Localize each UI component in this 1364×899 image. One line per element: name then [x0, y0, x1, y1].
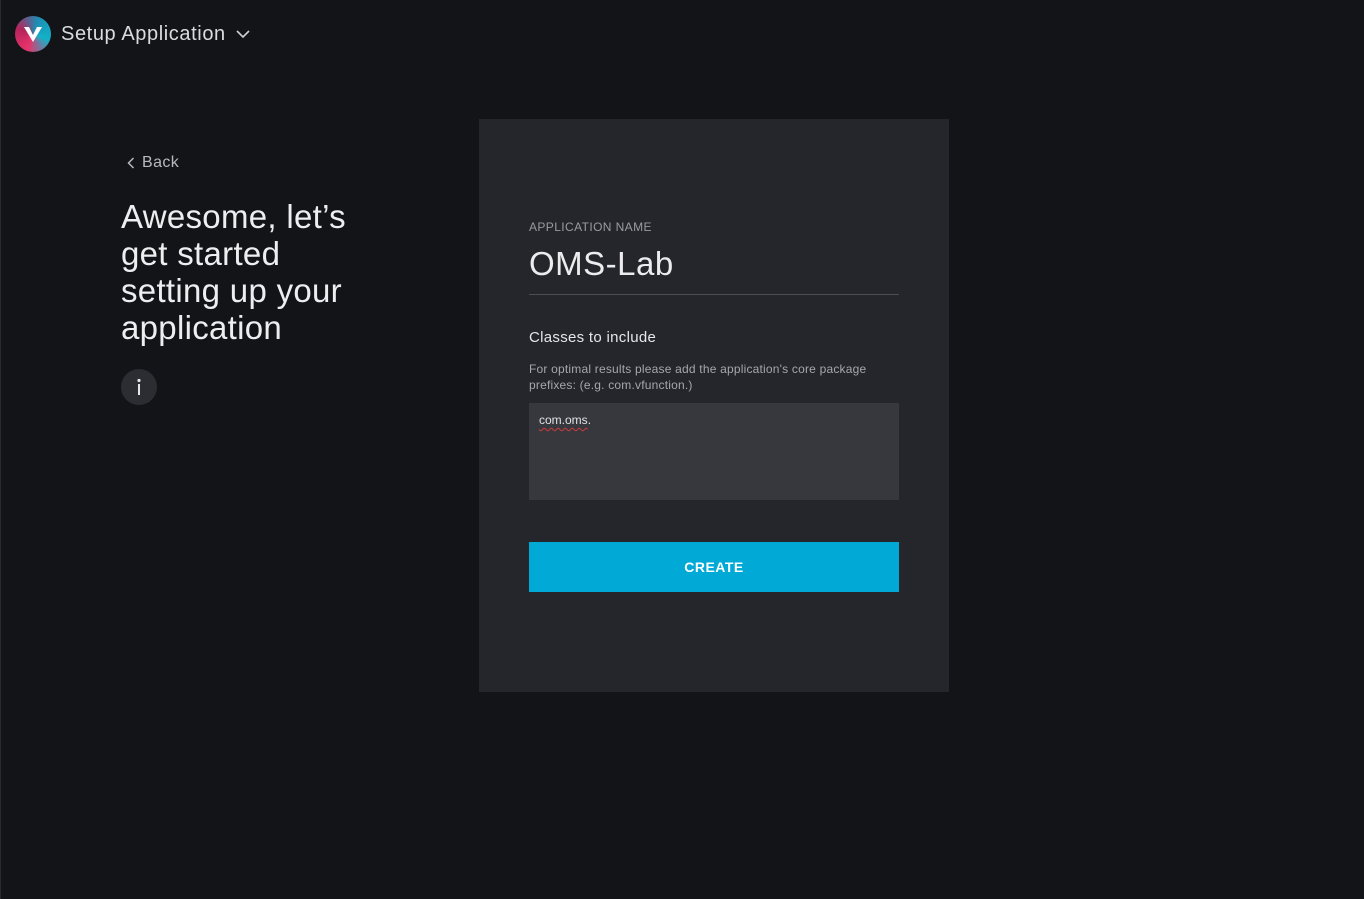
classes-textarea[interactable]: com.oms.: [529, 403, 899, 500]
classes-misspelled-text: com.oms: [539, 413, 588, 427]
application-name-input[interactable]: OMS-Lab: [529, 243, 899, 295]
info-button[interactable]: [121, 369, 157, 405]
page-title: Awesome, let’s get started setting up yo…: [121, 198, 346, 346]
application-name-label: APPLICATION NAME: [529, 220, 652, 234]
chevron-down-icon[interactable]: [236, 29, 250, 39]
app-logo[interactable]: [15, 16, 51, 52]
v-logo-icon: [24, 27, 42, 42]
back-label: Back: [142, 154, 180, 171]
create-button[interactable]: CREATE: [529, 542, 899, 592]
app-title[interactable]: Setup Application: [61, 23, 226, 46]
info-icon: [137, 378, 141, 395]
classes-help-text: For optimal results please add the appli…: [529, 362, 867, 392]
chevron-left-icon: [127, 157, 135, 169]
setup-form-card: APPLICATION NAME OMS-Lab Classes to incl…: [479, 119, 949, 692]
classes-to-include-label: Classes to include: [529, 329, 657, 346]
back-link[interactable]: Back: [127, 154, 179, 172]
app-header: Setup Application: [15, 16, 250, 52]
classes-text-rest: .: [587, 413, 592, 427]
